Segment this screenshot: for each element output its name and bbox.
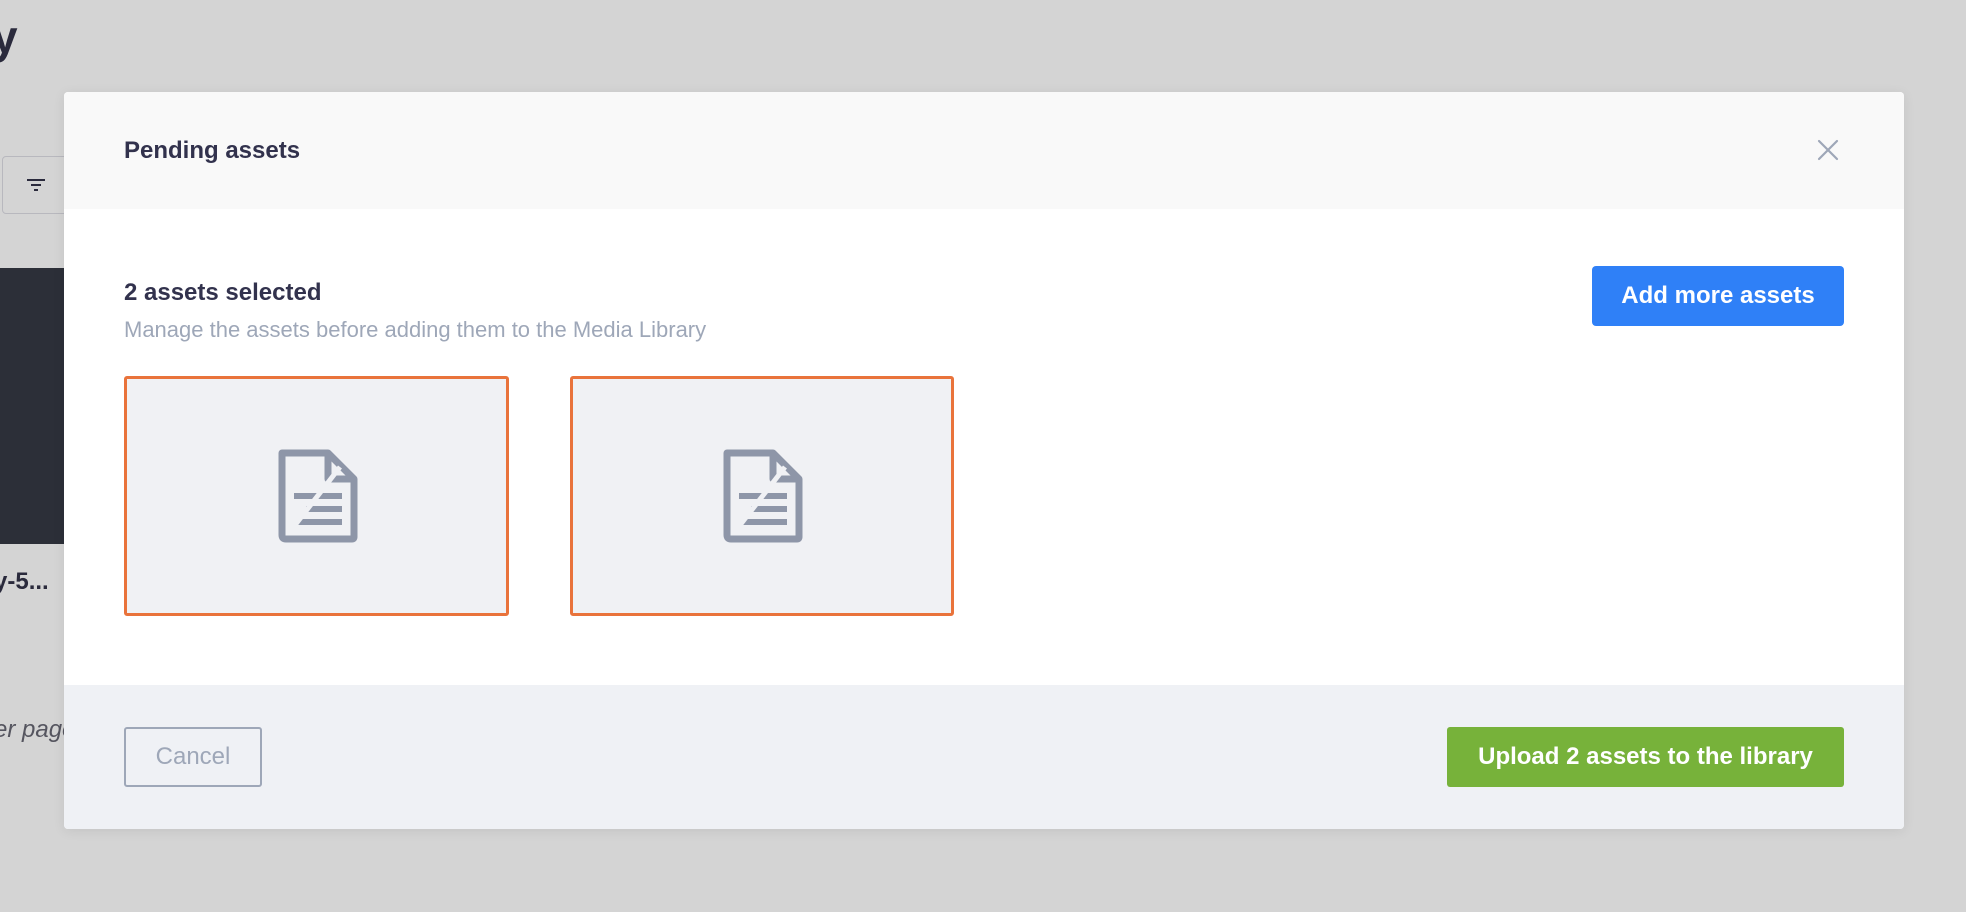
- selected-subtitle: Manage the assets before adding them to …: [124, 317, 707, 342]
- pending-assets-modal: Pending assets 2 assets selected Manage …: [64, 92, 1904, 829]
- modal-title: Pending assets: [124, 136, 301, 164]
- close-icon: [1817, 139, 1839, 161]
- cancel-button[interactable]: Cancel: [124, 727, 262, 787]
- modal-footer: Cancel Upload 2 assets to the library: [64, 685, 1904, 829]
- asset-thumbnail: [0, 268, 72, 544]
- asset-name-fragment: y-5...: [0, 568, 49, 595]
- document-icon: [723, 449, 803, 543]
- document-icon: [278, 449, 357, 543]
- upload-assets-button[interactable]: Upload 2 assets to the library: [1447, 727, 1844, 787]
- filter-icon: [27, 179, 45, 191]
- close-button[interactable]: [1812, 134, 1844, 166]
- asset-card[interactable]: [570, 376, 954, 616]
- modal-body: 2 assets selected Manage the assets befo…: [64, 209, 1904, 685]
- add-more-assets-button[interactable]: Add more assets: [1592, 266, 1844, 326]
- selected-count-title: 2 assets selected: [124, 279, 322, 306]
- filter-button[interactable]: [2, 156, 72, 214]
- asset-card[interactable]: [124, 376, 509, 616]
- modal-header: Pending assets: [64, 92, 1904, 209]
- page-title-fragment: y: [0, 11, 18, 63]
